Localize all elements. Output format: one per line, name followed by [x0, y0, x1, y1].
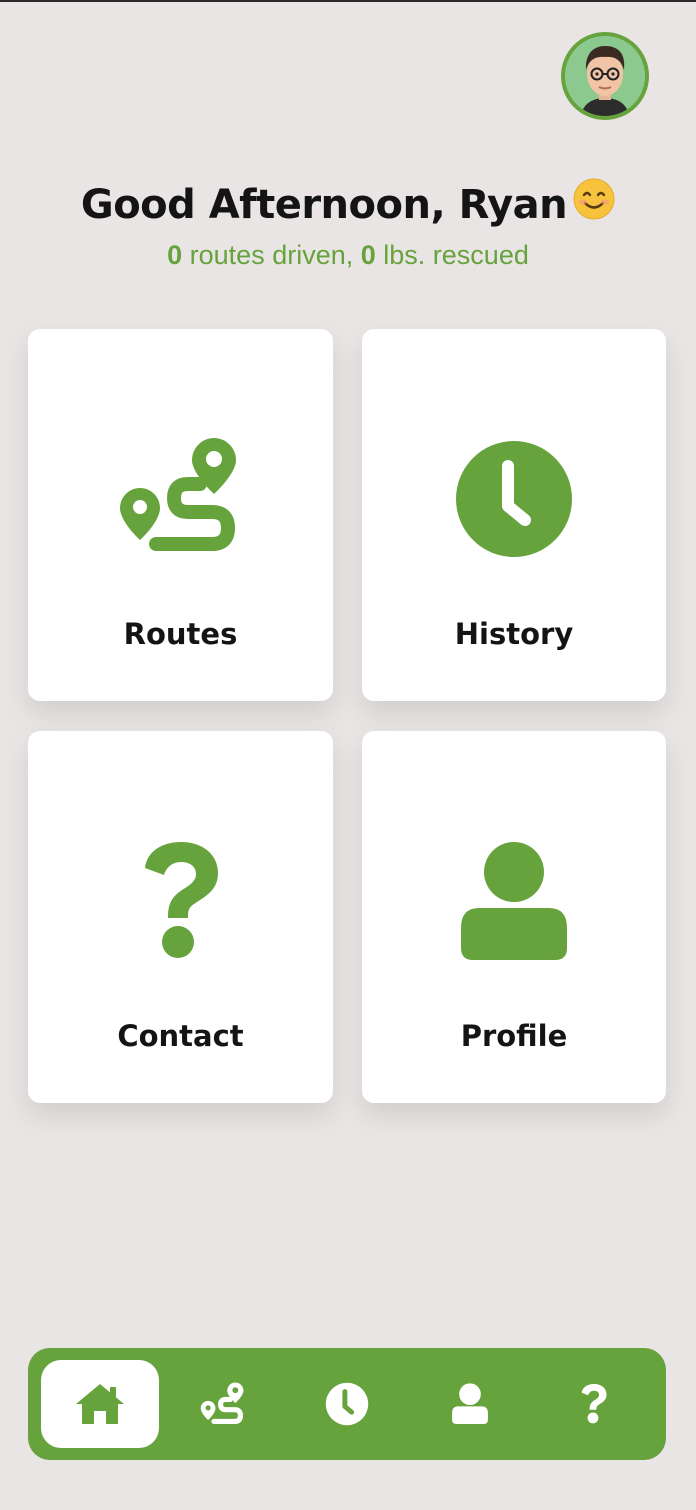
profile-card[interactable]: Profile	[362, 731, 666, 1103]
clock-icon	[456, 441, 572, 557]
avatar[interactable]	[561, 32, 649, 120]
user-avatar-icon	[565, 36, 645, 116]
bottom-nav	[28, 1348, 666, 1460]
user-icon	[461, 842, 567, 960]
nav-profile[interactable]	[411, 1360, 529, 1448]
routes-card-label: Routes	[123, 617, 238, 651]
nav-history[interactable]	[288, 1360, 406, 1448]
contact-card[interactable]: Contact	[28, 731, 333, 1103]
route-icon	[200, 1382, 244, 1425]
contact-card-label: Contact	[117, 1019, 244, 1053]
smiling-face-icon	[573, 178, 615, 230]
routes-card[interactable]: Routes	[28, 329, 333, 701]
top-border	[0, 0, 696, 2]
nav-contact[interactable]	[535, 1360, 653, 1448]
home-icon	[76, 1384, 124, 1424]
nav-routes[interactable]	[164, 1360, 282, 1448]
nav-home[interactable]	[41, 1360, 159, 1448]
profile-card-label: Profile	[460, 1019, 568, 1053]
stats-summary: 0 routes driven, 0 lbs. rescued	[0, 240, 696, 271]
lbs-text: lbs. rescued	[375, 240, 529, 270]
user-icon	[452, 1383, 488, 1424]
history-card[interactable]: History	[362, 329, 666, 701]
lbs-count: 0	[360, 240, 376, 270]
question-icon	[581, 1384, 607, 1424]
route-icon	[120, 438, 236, 551]
history-card-label: History	[454, 617, 574, 651]
routes-count: 0	[167, 240, 183, 270]
clock-icon	[325, 1382, 369, 1426]
routes-text: routes driven,	[182, 240, 361, 270]
greeting-heading: Good Afternoon, Ryan	[0, 178, 696, 230]
question-icon	[144, 842, 218, 958]
greeting-text: Good Afternoon, Ryan	[80, 182, 568, 228]
